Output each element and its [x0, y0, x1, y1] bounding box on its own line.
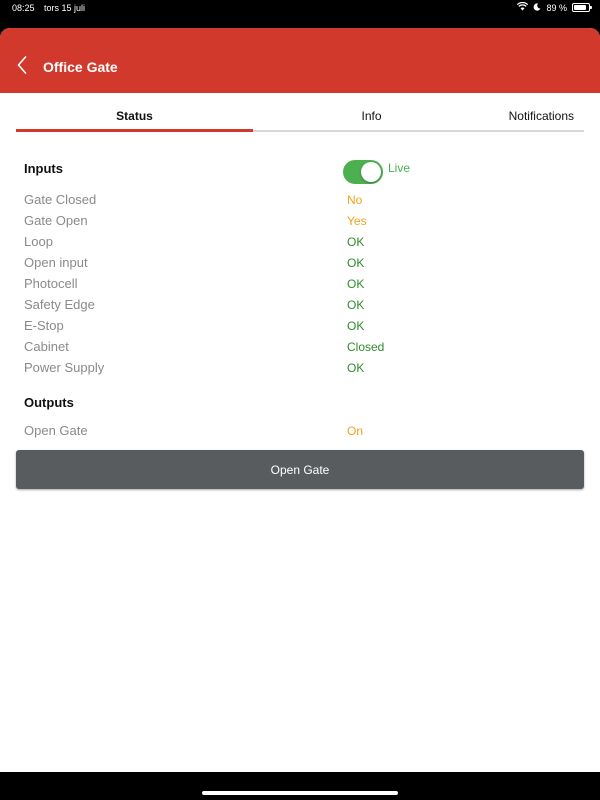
toggle-knob [361, 162, 381, 182]
input-value-gate-closed: No [347, 193, 363, 207]
live-toggle[interactable] [343, 160, 383, 184]
status-indicators: 89 % [517, 1, 592, 13]
input-label-power-supply: Power Supply [24, 360, 105, 375]
input-label-e-stop: E-Stop [24, 318, 64, 333]
input-value-open-input: OK [347, 256, 365, 270]
moon-icon [533, 2, 541, 13]
input-value-cabinet: Closed [347, 340, 385, 354]
input-value-gate-open: Yes [347, 214, 367, 228]
output-value-open-gate: On [347, 424, 364, 438]
wifi-icon [517, 1, 529, 13]
outputs-heading: Outputs [24, 395, 74, 410]
battery-percent: 89 % [546, 2, 567, 13]
input-label-gate-open: Gate Open [24, 213, 88, 228]
header-bar: Office Gate [0, 28, 600, 93]
input-value-photocell: OK [347, 277, 365, 291]
input-label-safety-edge: Safety Edge [24, 297, 95, 312]
tab-status[interactable]: Status [16, 109, 253, 123]
live-label: Live [388, 161, 411, 175]
bottom-bar [0, 772, 600, 800]
status-bar: 08:25 tors 15 juli 89 % [0, 0, 600, 28]
input-value-safety-edge: OK [347, 298, 365, 312]
active-tab-indicator [16, 129, 253, 132]
battery-icon [572, 3, 592, 12]
input-label-open-input: Open input [24, 255, 88, 270]
input-value-power-supply: OK [347, 361, 365, 375]
tab-notifications[interactable]: Notifications [509, 109, 574, 123]
back-button[interactable] [12, 55, 32, 79]
status-date: tors 15 juli [44, 3, 86, 13]
chevron-left-icon [17, 55, 27, 79]
output-label-open-gate: Open Gate [24, 423, 88, 438]
tab-bar: Status Info Notifications [16, 93, 584, 132]
tab-info[interactable]: Info [253, 109, 490, 123]
inputs-heading: Inputs [24, 161, 63, 176]
input-label-photocell: Photocell [24, 276, 78, 291]
app-window: Office Gate Status Info Notifications In… [0, 28, 600, 772]
input-value-loop: OK [347, 235, 365, 249]
input-label-cabinet: Cabinet [24, 339, 69, 354]
battery-fill [574, 5, 587, 10]
home-indicator[interactable] [202, 791, 398, 795]
input-label-loop: Loop [24, 234, 53, 249]
input-value-e-stop: OK [347, 319, 365, 333]
input-label-gate-closed: Gate Closed [24, 192, 97, 207]
open-gate-button[interactable]: Open Gate [16, 450, 584, 489]
page-title: Office Gate [43, 59, 118, 75]
status-time: 08:25 [12, 3, 35, 13]
